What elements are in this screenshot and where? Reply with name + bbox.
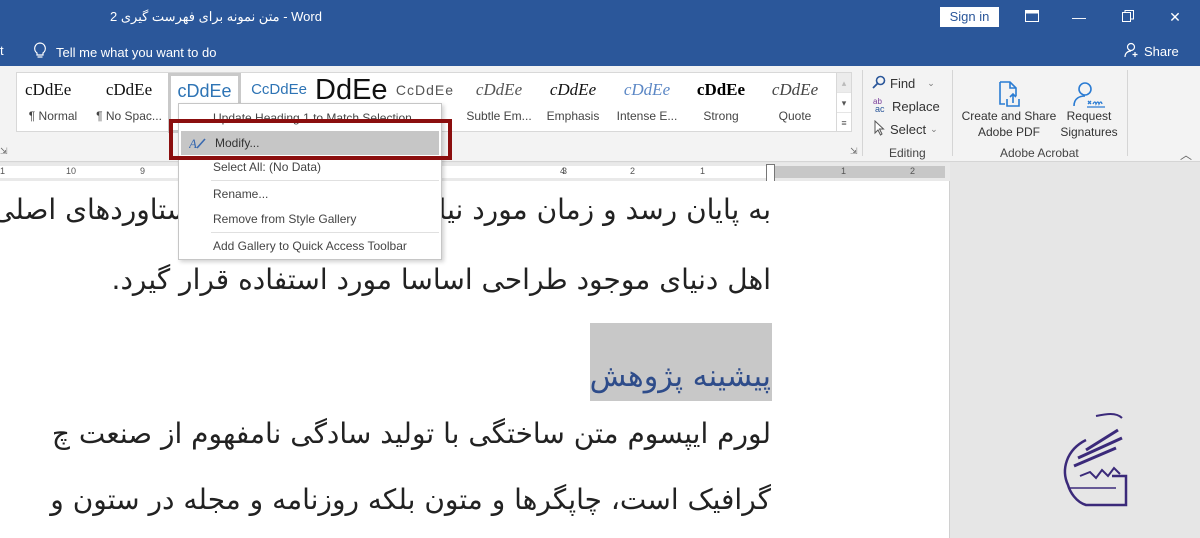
signature-icon	[1058, 74, 1120, 108]
style-subtle-emphasis[interactable]: cDdEe Subtle Em...	[463, 75, 535, 131]
style-no-spacing[interactable]: cDdEe ¶ No Spac...	[93, 75, 165, 131]
menu-separator	[211, 232, 439, 233]
editing-group: Find ⌄ ab ac Replace Select ⌄	[872, 72, 940, 141]
document-page[interactable]: به پایان رسد و زمان مورد نیاز ستاوردهای …	[0, 181, 950, 538]
paragraph-line: ستاوردهای اصلی	[0, 193, 191, 226]
heading-text: پیشینه پژوهش	[589, 359, 771, 394]
paragraph-line: اهل دنیای موجود طراحی اساسا مورد استفاده…	[111, 263, 771, 296]
menu-item-add-gallery-qat[interactable]: Add Gallery to Quick Access Toolbar	[179, 234, 441, 258]
restore-icon[interactable]	[1117, 6, 1139, 28]
gallery-scroll: ▴ ▾ ≡	[836, 72, 852, 132]
lightbulb-icon	[33, 42, 47, 62]
ribbon-display-options-icon[interactable]	[1021, 6, 1043, 28]
group-separator	[1127, 70, 1128, 156]
tab-bar: t Tell me what you want to do Share	[0, 34, 1200, 66]
style-strong[interactable]: cDdEe Strong	[685, 75, 757, 131]
close-icon[interactable]: ✕	[1164, 6, 1186, 28]
pdf-share-icon	[960, 74, 1058, 108]
collapse-ribbon-icon[interactable]: ︿	[1180, 146, 1192, 163]
tell-me-search[interactable]: Tell me what you want to do	[33, 42, 216, 62]
menu-item-remove-from-gallery[interactable]: Remove from Style Gallery	[179, 207, 441, 231]
svg-text:ac: ac	[875, 104, 885, 113]
minimize-icon[interactable]: —	[1068, 6, 1090, 28]
window-title: متن نمونه برای فهرست گیری 2 - Word	[110, 9, 322, 24]
chevron-down-icon: ⌄	[930, 124, 938, 134]
select-button[interactable]: Select ⌄	[872, 118, 940, 141]
cursor-arrow-icon	[872, 119, 886, 139]
brand-logo	[1056, 410, 1130, 510]
menu-separator	[211, 180, 439, 181]
replace-button[interactable]: ab ac Replace	[872, 95, 940, 118]
create-share-pdf-button[interactable]: Create and Share Adobe PDF	[960, 74, 1058, 140]
group-separator	[952, 70, 953, 156]
font-group-launcher-icon[interactable]: ⇲	[0, 146, 8, 157]
find-button[interactable]: Find ⌄	[872, 72, 940, 95]
paragraph-line: گرافیک است، چاپگرها و متون بلکه روزنامه …	[50, 483, 771, 516]
style-normal[interactable]: cDdEe ¶ Normal	[17, 75, 89, 131]
title-bar: متن نمونه برای فهرست گیری 2 - Word Sign …	[0, 0, 1200, 34]
share-button[interactable]: Share	[1124, 42, 1179, 61]
adobe-acrobat-group-label: Adobe Acrobat	[1000, 146, 1079, 160]
editing-group-label: Editing	[889, 146, 926, 160]
group-separator	[862, 70, 863, 156]
styles-group-launcher-icon[interactable]: ⇲	[850, 146, 858, 157]
paragraph-line: لورم ایپسوم متن ساختگی با تولید سادگی نا…	[51, 417, 771, 450]
tab-partial[interactable]: t	[0, 43, 4, 58]
share-label: Share	[1144, 44, 1179, 59]
gallery-scroll-up-icon[interactable]: ▴	[837, 73, 851, 93]
gallery-scroll-down-icon[interactable]: ▾	[837, 93, 851, 113]
style-emphasis[interactable]: cDdEe Emphasis	[537, 75, 609, 131]
chevron-down-icon: ⌄	[927, 78, 935, 88]
horizontal-ruler: 1 10 9 4 3 2 1 1 2	[0, 163, 950, 186]
sign-in-button[interactable]: Sign in	[940, 7, 999, 27]
paragraph-line: به پایان رسد و زمان مورد نیاز	[425, 193, 771, 226]
menu-item-rename[interactable]: Rename...	[179, 182, 441, 206]
replace-icon: ab ac	[872, 97, 888, 116]
tell-me-label: Tell me what you want to do	[56, 44, 217, 60]
person-add-icon	[1124, 42, 1140, 61]
magnifier-icon	[872, 75, 886, 92]
gallery-more-icon[interactable]: ≡	[837, 113, 851, 133]
style-intense-emphasis[interactable]: cDdEe Intense E...	[611, 75, 683, 131]
annotation-highlight-box	[169, 119, 452, 160]
style-quote[interactable]: cDdEe Quote	[759, 75, 831, 131]
request-signatures-button[interactable]: Request Signatures	[1058, 74, 1120, 140]
